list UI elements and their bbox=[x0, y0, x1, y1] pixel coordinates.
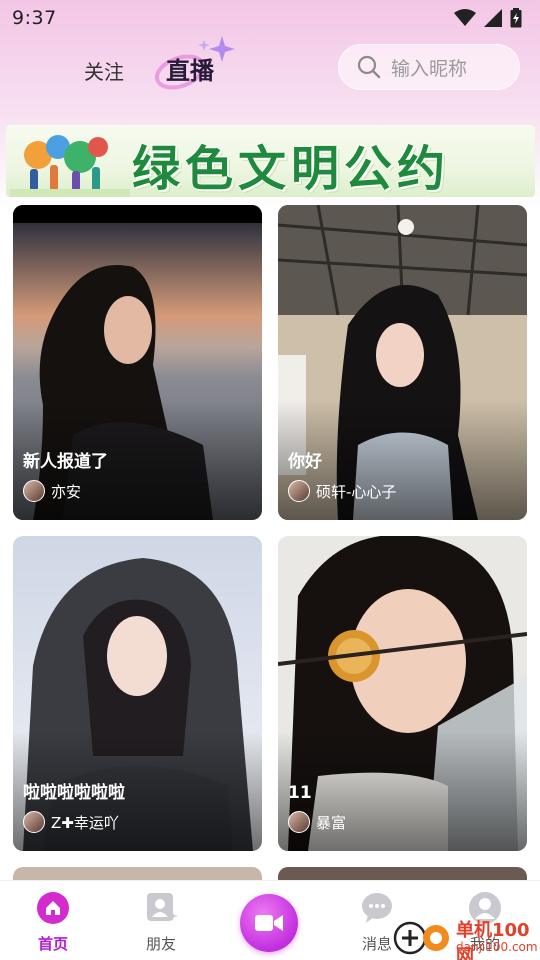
card-username: Z✚幸运吖 bbox=[51, 813, 119, 832]
avatar bbox=[288, 480, 310, 502]
banner-title: 绿色文明公约 bbox=[132, 141, 451, 197]
status-icons bbox=[454, 8, 522, 28]
nav-home-label: 首页 bbox=[37, 935, 68, 953]
tab-live[interactable]: 直播 bbox=[166, 51, 214, 86]
avatar bbox=[23, 480, 45, 502]
home-icon bbox=[37, 892, 69, 924]
search-input[interactable]: 输入昵称 bbox=[338, 44, 520, 90]
card-title: 新人报道了 bbox=[23, 452, 108, 472]
live-card[interactable]: 新人报道了 亦安 bbox=[13, 205, 262, 520]
card-user: 硕轩-心心子 bbox=[288, 480, 396, 502]
card-username: 硕轩-心心子 bbox=[316, 482, 397, 501]
cellular-signal-icon bbox=[484, 9, 502, 27]
site-watermark: 单机100网 danji100.com bbox=[392, 914, 540, 960]
live-card[interactable]: 你好 硕轩-心心子 bbox=[278, 205, 527, 520]
nav-friends[interactable]: 朋友 bbox=[121, 881, 201, 960]
card-user: Z✚幸运吖 bbox=[23, 811, 119, 833]
card-username: 亦安 bbox=[51, 482, 82, 501]
nav-friends-label: 朋友 bbox=[145, 935, 176, 953]
friends-icon bbox=[147, 893, 178, 921]
card-title: 你好 bbox=[288, 452, 322, 472]
battery-icon bbox=[510, 8, 522, 28]
card-user: 亦安 bbox=[23, 480, 81, 502]
start-live-button[interactable] bbox=[240, 894, 298, 952]
banner-people-illustration bbox=[10, 135, 130, 197]
status-time: 9:37 bbox=[12, 7, 57, 29]
wifi-icon bbox=[454, 9, 476, 26]
live-card[interactable]: 啦啦啦啦啦啦 Z✚幸运吖 bbox=[13, 536, 262, 851]
watermark-line2: danji100.com bbox=[456, 940, 538, 954]
search-placeholder: 输入昵称 bbox=[391, 57, 468, 80]
card-title: 啦啦啦啦啦啦 bbox=[23, 783, 125, 803]
avatar bbox=[23, 811, 45, 833]
promo-banner[interactable]: 绿色文明公约 bbox=[6, 125, 535, 197]
avatar bbox=[288, 811, 310, 833]
card-user: 暴富 bbox=[288, 811, 346, 833]
card-title: 11 bbox=[288, 783, 312, 803]
chat-bubble-icon bbox=[362, 893, 392, 923]
nav-home[interactable]: 首页 bbox=[13, 881, 93, 960]
tab-follow[interactable]: 关注 bbox=[84, 56, 124, 85]
watermark-logo-icon bbox=[393, 921, 449, 955]
top-tabs: 关注 直播 输入昵称 bbox=[0, 36, 540, 100]
live-card[interactable]: 11 暴富 bbox=[278, 536, 527, 851]
video-camera-icon bbox=[255, 915, 283, 931]
card-username: 暴富 bbox=[316, 813, 347, 832]
status-bar: 9:37 bbox=[0, 0, 540, 36]
search-icon bbox=[357, 55, 381, 79]
card-gradient bbox=[278, 731, 527, 851]
